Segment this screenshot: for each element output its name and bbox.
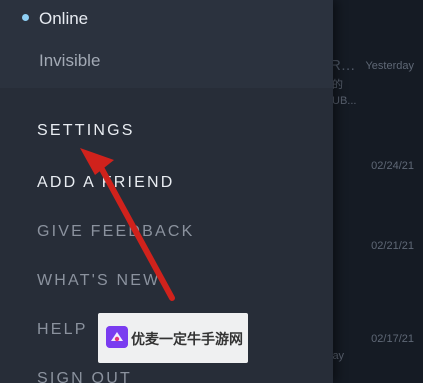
steam-chat-screen: R... Yesterday 的 UB... 02/24/21 02/21/21… (0, 0, 423, 383)
menu-item-whats-new[interactable]: WHAT'S NEW (37, 272, 160, 290)
watermark-logo-icon (106, 326, 128, 348)
status-online-option[interactable]: Online (39, 9, 88, 29)
chat-row-name: R... (330, 57, 356, 74)
chat-row-preview: 的 UB... (332, 77, 356, 109)
chat-row-time: 02/17/21 (371, 333, 414, 345)
watermark: 优麦一定牛手游网 (98, 313, 248, 363)
menu-item-add-friend[interactable]: ADD A FRIEND (37, 174, 175, 192)
chat-row-time: Yesterday (365, 60, 414, 72)
menu-item-settings[interactable]: SETTINGS (37, 122, 135, 140)
menu-item-help[interactable]: HELP (37, 321, 88, 339)
watermark-text: 优麦一定牛手游网 (131, 331, 243, 347)
chat-row-time: 02/24/21 (371, 160, 414, 172)
chat-row-time: 02/21/21 (371, 240, 414, 252)
online-status-dot-icon (22, 14, 29, 21)
menu-item-give-feedback[interactable]: GIVE FEEDBACK (37, 223, 195, 241)
status-invisible-option[interactable]: Invisible (39, 51, 100, 71)
status-selector: Online Invisible (0, 0, 333, 88)
chat-row-preview-line: 的 (332, 79, 343, 91)
menu-item-sign-out[interactable]: SIGN OUT (37, 370, 132, 383)
chat-row-preview-line: UB... (332, 95, 357, 107)
